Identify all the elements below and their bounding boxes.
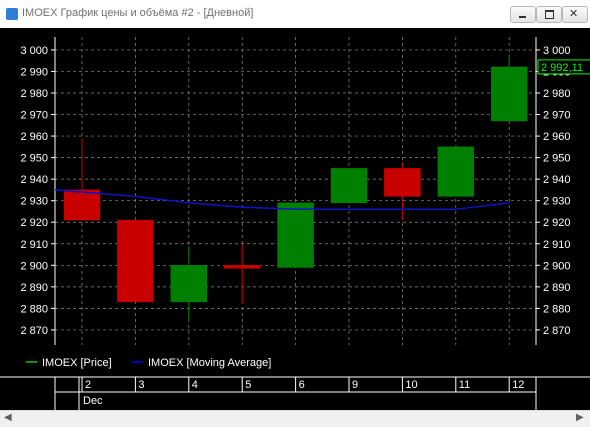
candle-body — [277, 202, 314, 268]
price-chart[interactable]: 2 870 2 870 2 880 2 880 2 890 2 890 2 900 2 900… — [0, 28, 590, 410]
y-tick-label-left: 2 950 — [20, 153, 48, 165]
candle-body — [170, 265, 208, 303]
x-tick-label: 3 — [138, 379, 144, 391]
candle-body — [490, 66, 528, 122]
y-tick-label-right: 2 880 — [543, 303, 571, 315]
x-tick-label: 12 — [512, 379, 524, 391]
y-tick-label-left: 2 920 — [20, 217, 48, 229]
y-tick-label-right: 2 930 — [543, 196, 571, 208]
y-tick-label-right: 2 910 — [543, 239, 571, 251]
window-title: IMOEX График цены и объёма #2 - [Дневной… — [22, 7, 254, 19]
chart-window: IMOEX График цены и объёма #2 - [Дневной… — [0, 0, 590, 427]
minimize-button[interactable] — [510, 6, 536, 23]
y-tick-label-left: 2 980 — [20, 88, 48, 100]
scroll-right-arrow-icon[interactable]: ▶ — [576, 412, 584, 423]
x-tick-label: 4 — [192, 379, 198, 391]
legend-label: IMOEX [Price] — [42, 357, 112, 369]
y-tick-label-left: 2 960 — [20, 131, 48, 143]
x-tick-label: 2 — [85, 379, 91, 391]
y-tick-label-right: 3 000 — [543, 45, 571, 57]
y-tick-label-left: 2 940 — [20, 174, 48, 186]
y-tick-label-left: 2 910 — [20, 239, 48, 251]
y-tick-label-right: 2 980 — [543, 88, 571, 100]
x-tick-label: 5 — [245, 379, 251, 391]
y-tick-label-right: 2 890 — [543, 282, 571, 294]
chart-area[interactable]: 2 870 2 870 2 880 2 880 2 890 2 890 2 900 2 900… — [0, 28, 590, 410]
y-tick-label-right: 2 940 — [543, 174, 571, 186]
y-tick-label-right: 2 950 — [543, 153, 571, 165]
x-month-label: Dec — [83, 395, 103, 407]
y-tick-label-right: 2 900 — [543, 260, 571, 272]
y-tick-label-left: 2 870 — [20, 325, 48, 337]
y-tick-label-left: 2 930 — [20, 196, 48, 208]
candle-body — [117, 219, 154, 303]
x-tick-label: 10 — [405, 379, 417, 391]
y-tick-label-left: 2 970 — [20, 110, 48, 122]
y-tick-label-left: 2 900 — [20, 260, 48, 272]
x-tick-label: 9 — [352, 379, 358, 391]
candle-body — [384, 168, 421, 197]
horizontal-scrollbar[interactable]: ◀ ▶ — [0, 410, 590, 427]
x-tick-label: 11 — [459, 379, 470, 391]
y-tick-label-left: 2 880 — [20, 303, 48, 315]
legend-label: IMOEX [Moving Average] — [148, 357, 271, 369]
candle-body — [63, 189, 101, 221]
title-bar[interactable]: IMOEX График цены и объёма #2 - [Дневной… — [0, 0, 590, 29]
app-icon — [6, 8, 18, 20]
y-tick-label-left: 2 990 — [20, 66, 48, 78]
y-tick-label-right: 2 960 — [543, 131, 571, 143]
y-tick-label-left: 2 890 — [20, 282, 48, 294]
close-button[interactable]: ✕ — [562, 6, 588, 23]
candle-body — [223, 265, 261, 269]
y-tick-label-right: 2 970 — [543, 110, 571, 122]
y-tick-label-left: 3 000 — [20, 45, 48, 57]
y-tick-label-right: 2 870 — [543, 325, 571, 337]
scroll-left-arrow-icon[interactable]: ◀ — [4, 412, 12, 423]
minimize-icon — [519, 16, 526, 18]
y-tick-label-right: 2 920 — [543, 217, 571, 229]
restore-icon — [545, 10, 554, 19]
last-price-label: 2 992,11 — [541, 62, 583, 74]
close-icon: ✕ — [569, 8, 579, 20]
x-tick-label: 6 — [299, 379, 305, 391]
maximize-button[interactable] — [536, 6, 562, 23]
candle-body — [330, 168, 368, 204]
candle-body — [437, 146, 475, 197]
